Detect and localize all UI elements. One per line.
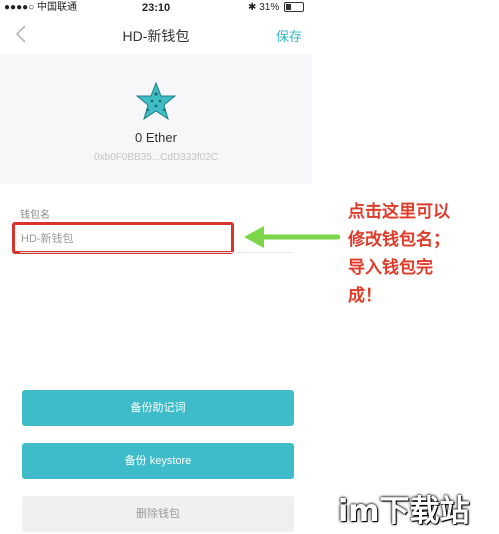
starfish-icon bbox=[135, 81, 177, 121]
wallet-name-label: 钱包名 bbox=[20, 210, 50, 221]
page-title: HD-新钱包 bbox=[122, 28, 190, 44]
delete-wallet-button[interactable]: 删除钱包 bbox=[22, 496, 294, 532]
clock: 23:10 bbox=[142, 2, 171, 14]
input-underline bbox=[20, 252, 292, 253]
wallet-address: 0xb0F0BB35...CdD333f02C bbox=[94, 152, 218, 163]
nav-bar: HD-新钱包 保存 bbox=[0, 16, 312, 54]
bluetooth-icon: ✱ bbox=[248, 2, 257, 13]
annotation-text: 点击这里可以 修改钱包名； 导入钱包完 成！ bbox=[348, 202, 450, 306]
wallet-balance: 0 Ether bbox=[135, 130, 177, 145]
backup-keystore-button[interactable]: 备份 keystore bbox=[22, 443, 294, 479]
status-bar: ●●●●○ 中国联通 23:10 ✱ 31% bbox=[0, 0, 312, 16]
battery-icon bbox=[284, 2, 304, 13]
phone-screen: ●●●●○ 中国联通 23:10 ✱ 31% HD-新钱包 保存 0 Ether… bbox=[0, 0, 312, 534]
wallet-card: 0 Ether 0xb0F0BB35...CdD333f02C bbox=[0, 54, 312, 184]
status-right: ✱ 31% bbox=[248, 0, 304, 16]
battery-percent: 31% bbox=[259, 2, 280, 13]
wallet-name-highlight bbox=[12, 222, 234, 254]
save-button[interactable]: 保存 bbox=[276, 26, 302, 45]
backup-mnemonic-button[interactable]: 备份助记词 bbox=[22, 390, 294, 426]
watermark: im下载站 bbox=[338, 494, 470, 529]
arrow-left-icon bbox=[244, 226, 340, 248]
carrier-label: ●●●●○ 中国联通 bbox=[4, 2, 77, 13]
wallet-name-input[interactable] bbox=[15, 225, 227, 251]
